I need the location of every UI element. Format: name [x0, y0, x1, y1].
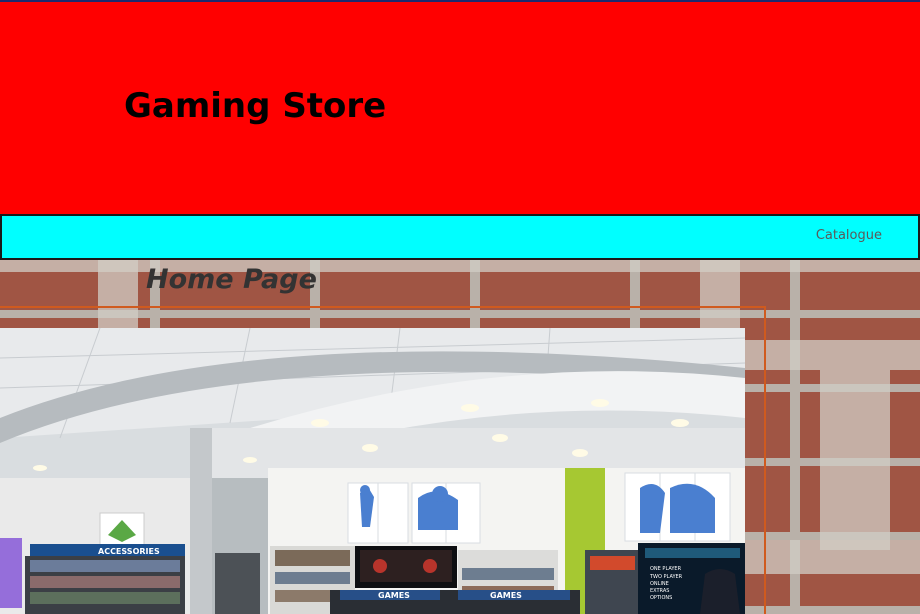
site-header: Gaming Store	[0, 2, 920, 214]
screen-menu-item: OPTIONS	[650, 595, 672, 601]
site-title: Gaming Store	[124, 86, 387, 126]
mortar-block	[820, 370, 890, 550]
mortar-block	[740, 340, 920, 370]
store-photo-illustration: ACCESSORIES ONE PLAYER TWO PLAYER ONLINE…	[0, 328, 745, 614]
games-sign: GAMES	[378, 591, 410, 600]
mortar-block	[740, 540, 920, 574]
accessories-sign: ACCESSORIES	[98, 547, 160, 556]
store-interior-photo: ACCESSORIES ONE PLAYER TWO PLAYER ONLINE…	[0, 328, 745, 614]
nav-link-catalogue[interactable]: Catalogue	[816, 228, 882, 243]
nav-bar: Catalogue	[0, 214, 920, 260]
page-heading: Home Page	[146, 264, 317, 295]
screen-menu-item: ONLINE	[650, 581, 669, 587]
mortar-block	[0, 260, 920, 272]
screen-menu-item: EXTRAS	[650, 588, 669, 594]
screen-menu-item: ONE PLAYER	[650, 566, 682, 572]
games-sign: GAMES	[490, 591, 522, 600]
screen-menu-item: TWO PLAYER	[649, 574, 683, 580]
